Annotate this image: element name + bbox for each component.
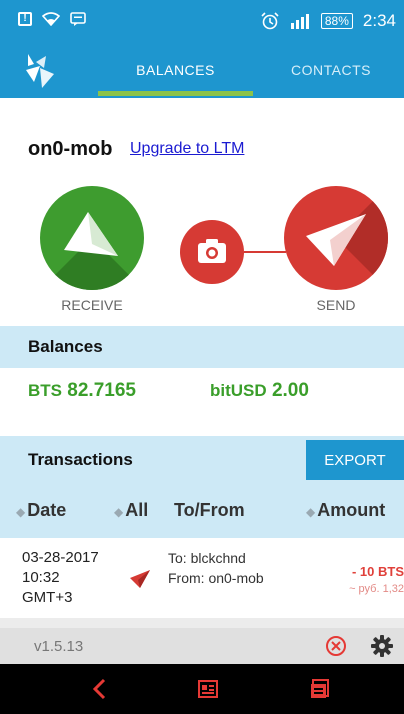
balances-header: Balances (0, 326, 404, 368)
balance-bitusd: bitUSD 2.00 (210, 380, 309, 402)
transaction-to: To: blckchnd (168, 550, 246, 566)
row-separator (0, 618, 404, 628)
export-button[interactable]: EXPORT (306, 440, 404, 480)
balance-bts-amount: 82.7165 (67, 380, 136, 401)
alarm-icon (261, 12, 279, 30)
balance-bts: BTS 82.7165 (28, 380, 136, 402)
transactions-title: Transactions (28, 450, 133, 469)
column-to-from-label: To/From (174, 500, 245, 520)
transactions-section: Transactions EXPORT ◆ Date ◆ All To/From ◆… (0, 436, 404, 538)
tab-contacts[interactable]: CONTACTS (258, 42, 404, 98)
tab-balances[interactable]: BALANCES (98, 42, 253, 98)
system-navigation-bar (0, 664, 404, 714)
transaction-timezone: GMT+3 (22, 589, 73, 606)
send-arrow-icon (306, 214, 366, 266)
receive-button[interactable] (40, 186, 144, 290)
account-name: on0-mob (28, 138, 113, 160)
balances-title: Balances (28, 337, 103, 356)
send-label: SEND (316, 297, 356, 313)
transaction-converted-amount: ~ руб. 1,32 (349, 583, 404, 595)
column-header-all[interactable]: ◆ All (114, 500, 148, 521)
column-header-date[interactable]: ◆ Date (16, 500, 66, 521)
balance-bts-symbol: BTS (28, 381, 62, 400)
transaction-row[interactable]: 03-28-2017 10:32 GMT+3 To: blckchnd From… (0, 538, 404, 618)
sort-icon: ◆ (114, 505, 124, 519)
status-bar-left: ! (18, 12, 86, 26)
column-date-label: Date (27, 500, 67, 520)
transaction-datetime: 03-28-2017 10:32 GMT+3 (22, 548, 99, 608)
battery-indicator: 88% (320, 13, 353, 29)
transaction-date: 03-28-2017 (22, 549, 99, 566)
balance-bitusd-amount: 2.00 (271, 380, 309, 401)
column-header-to-from: To/From (174, 500, 245, 521)
home-icon[interactable] (196, 677, 220, 701)
column-all-label: All (125, 500, 149, 520)
footer-bar: v1.5.13 (0, 628, 404, 664)
wifi-icon (42, 12, 60, 26)
camera-send-connector (244, 251, 286, 253)
signal-icon (290, 14, 309, 29)
notification-alert-icon: ! (18, 12, 32, 26)
transaction-from: From: on0-mob (168, 570, 264, 586)
close-circle-icon[interactable] (324, 634, 348, 658)
scan-camera-button[interactable] (180, 220, 244, 284)
transaction-amount: - 10 BTS (351, 564, 404, 579)
transaction-time: 10:32 (22, 569, 60, 586)
receive-arrow-icon (64, 212, 118, 256)
active-tab-indicator (98, 91, 253, 96)
gear-icon[interactable] (370, 634, 394, 658)
app-header: BALANCES CONTACTS (0, 42, 404, 98)
bitshares-logo-icon (26, 54, 54, 88)
back-icon[interactable] (88, 677, 112, 701)
column-amount-label: Amount (317, 500, 386, 520)
balance-bitusd-symbol: bitUSD (210, 381, 267, 400)
sort-icon: ◆ (16, 505, 26, 519)
receive-label: RECEIVE (61, 297, 123, 313)
sort-icon: ◆ (306, 505, 316, 519)
app-version: v1.5.13 (34, 638, 84, 655)
sent-transaction-icon (130, 570, 150, 588)
column-header-amount[interactable]: ◆ Amount (306, 500, 385, 521)
recent-apps-icon[interactable] (308, 677, 332, 701)
send-button[interactable] (284, 186, 388, 290)
message-icon (70, 12, 86, 26)
status-bar-right: 88% 2:34 (261, 11, 396, 31)
clock: 2:34 (362, 11, 396, 30)
status-bar: ! 88% 2:34 (0, 0, 404, 42)
camera-icon (198, 239, 226, 263)
upgrade-to-ltm-link[interactable]: Upgrade to LTM (130, 140, 244, 158)
